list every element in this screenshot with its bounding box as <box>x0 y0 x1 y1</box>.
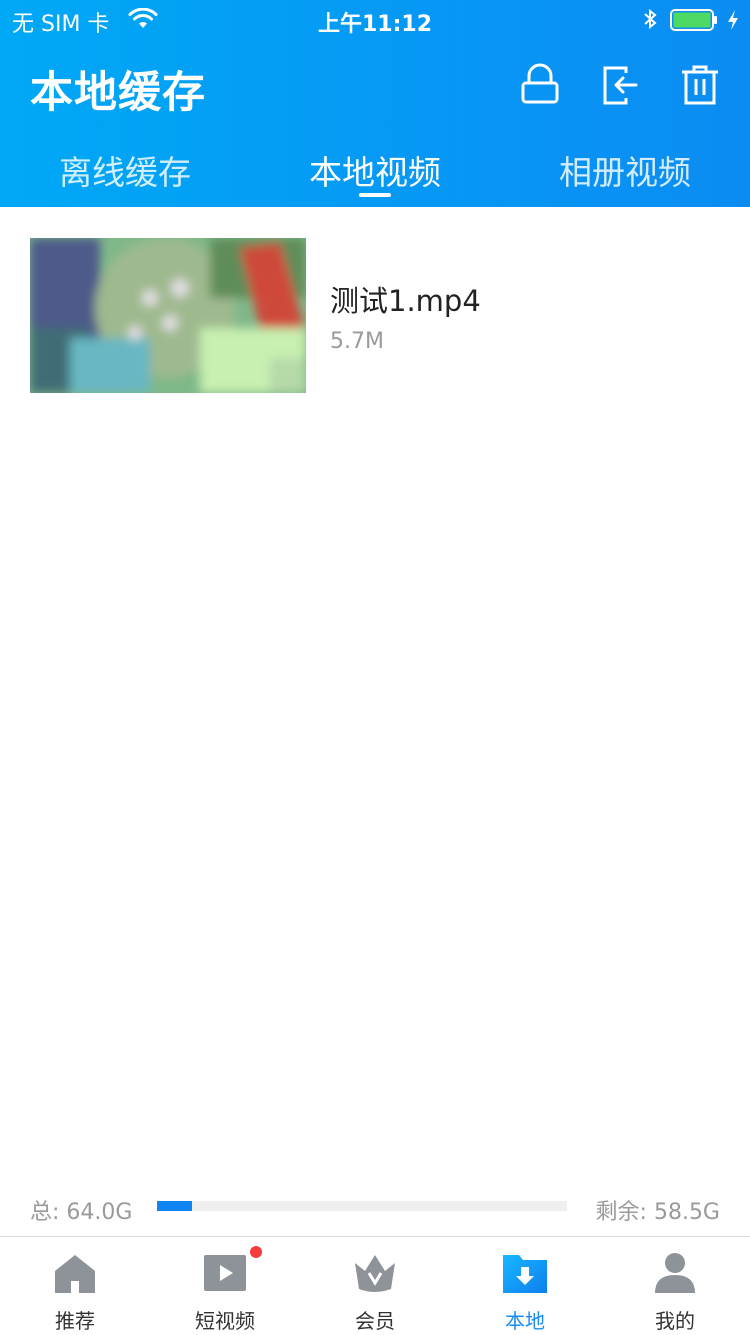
thumbnail-image <box>30 238 306 393</box>
storage-bar-fill <box>157 1201 193 1211</box>
tabbar-item-mine[interactable]: 我的 <box>600 1237 750 1335</box>
charging-icon <box>728 10 738 30</box>
bluetooth-icon <box>644 8 657 30</box>
download-folder-icon <box>503 1255 547 1293</box>
crown-icon <box>355 1255 395 1292</box>
tabbar-item-vip[interactable]: 会员 <box>300 1237 450 1335</box>
tabbar-label: 我的 <box>655 1309 695 1333</box>
storage-remaining: 剩余: 58.5G <box>595 1200 720 1225</box>
user-icon <box>655 1253 695 1293</box>
tab-album-video[interactable]: 相册视频 <box>500 146 750 194</box>
battery-icon <box>670 9 717 31</box>
video-thumbnail[interactable] <box>30 238 306 393</box>
tabbar-item-short-video[interactable]: 短视频 <box>150 1237 300 1335</box>
page-title: 本地缓存 <box>30 68 206 118</box>
app-header: 无 SIM 卡 上午11:12 本地缓存 离线缓存 本地视频 相册视频 <box>0 0 750 207</box>
tabbar-item-local[interactable]: 本地 <box>450 1237 600 1335</box>
tab-offline-cache[interactable]: 离线缓存 <box>0 146 250 194</box>
tabbar-item-recommend[interactable]: 推荐 <box>0 1237 150 1335</box>
storage-indicator: 总: 64.0G 剩余: 58.5G <box>0 1190 750 1225</box>
tab-local-video[interactable]: 本地视频 <box>250 146 500 194</box>
bottom-tab-bar: 推荐 短视频 会员 本地 我的 <box>0 1236 750 1335</box>
clock: 上午11:12 <box>317 12 433 37</box>
status-bar: 无 SIM 卡 上午11:12 <box>0 0 750 42</box>
video-size: 5.7M <box>330 329 384 354</box>
play-icon <box>204 1255 246 1291</box>
video-list-item[interactable]: 测试1.mp4 5.7M <box>30 238 720 394</box>
lock-icon[interactable] <box>518 62 562 108</box>
tabbar-label: 短视频 <box>195 1309 255 1333</box>
video-name: 测试1.mp4 <box>330 284 481 318</box>
storage-bar <box>157 1201 567 1211</box>
trash-icon[interactable] <box>678 62 722 108</box>
export-icon[interactable] <box>598 62 642 108</box>
home-icon <box>55 1255 95 1293</box>
notification-badge <box>250 1246 262 1258</box>
tabbar-label: 会员 <box>355 1309 395 1333</box>
tabbar-label: 推荐 <box>55 1309 95 1333</box>
tab-indicator <box>359 193 391 197</box>
tabbar-label: 本地 <box>505 1309 545 1333</box>
storage-total: 总: 64.0G <box>30 1200 133 1225</box>
